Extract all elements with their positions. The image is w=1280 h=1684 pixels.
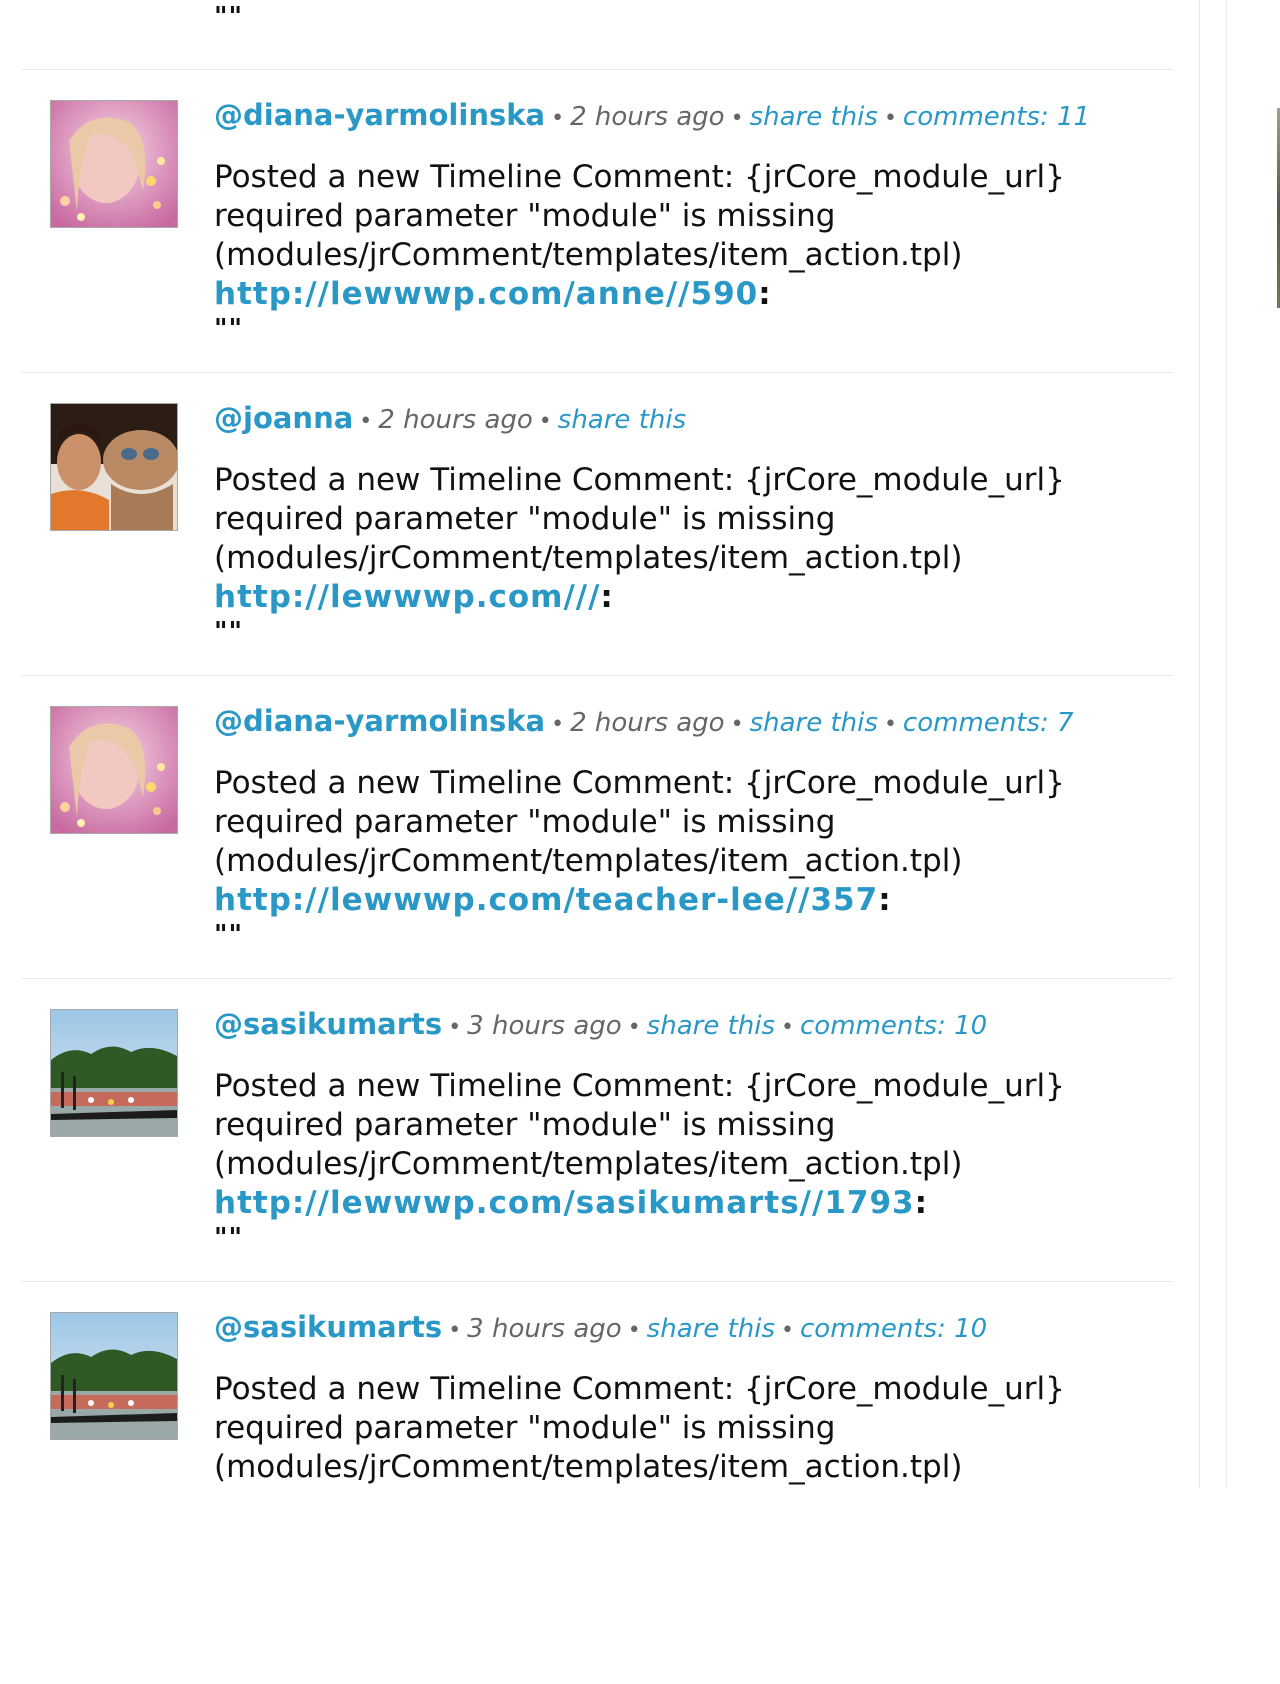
username-link[interactable]: @diana-yarmolinska <box>214 704 545 738</box>
share-this-link[interactable]: share this <box>750 102 878 132</box>
entry-meta: @diana-yarmolinska • 2 hours ago • share thi… <box>214 704 1074 738</box>
entry-meta: @joanna • 2 hours ago • share this <box>214 401 686 435</box>
separator-dot: • <box>781 1318 795 1343</box>
entry-text-line: (modules/jrComment/templates/item_action… <box>214 1449 963 1485</box>
entry-text-line: required parameter "module" is missing <box>214 1107 836 1143</box>
url-colon: : <box>914 1185 928 1221</box>
username-link[interactable]: @joanna <box>214 401 353 435</box>
timeline-entry: @diana-yarmolinska • 2 hours ago • share thi… <box>22 69 1172 380</box>
entry-text-line: Posted a new Timeline Comment: {jrCore_m… <box>214 1371 1065 1407</box>
entry-body: Posted a new Timeline Comment: {jrCore_m… <box>214 1370 1144 1488</box>
entry-quotes: "" <box>214 920 244 950</box>
timeline-entry: @diana-yarmolinska • 2 hours ago • share thi… <box>22 675 1172 986</box>
entry-body: Posted a new Timeline Comment: {jrCore_m… <box>214 1067 1144 1251</box>
entry-quotes: "" <box>214 1223 244 1253</box>
entry-text-line: (modules/jrComment/templates/item_action… <box>214 237 963 273</box>
entry-text-line: Posted a new Timeline Comment: {jrCore_m… <box>214 159 1065 195</box>
comments-link[interactable]: comments: 11 <box>903 102 1090 132</box>
comments-link[interactable]: comments: 10 <box>800 1011 987 1041</box>
separator-dot: • <box>730 712 744 737</box>
entry-text-line: (modules/jrComment/templates/item_action… <box>214 1146 963 1182</box>
timestamp: 2 hours ago <box>378 405 533 435</box>
entry-text-line: required parameter "module" is missing <box>214 1410 836 1446</box>
entry-meta: @diana-yarmolinska • 2 hours ago • share thi… <box>214 98 1090 132</box>
previous-entry-quotes: "" <box>214 2 244 32</box>
entry-meta: @sasikumarts • 3 hours ago • share this • comm… <box>214 1007 987 1041</box>
separator-dot: • <box>883 712 897 737</box>
entry-text-line: (modules/jrComment/templates/item_action… <box>214 843 963 879</box>
boat-race-avatar[interactable] <box>50 1312 178 1440</box>
entry-url-link[interactable]: http://lewwwp.com/// <box>214 579 600 615</box>
diana-avatar[interactable] <box>50 706 178 834</box>
entry-meta: @sasikumarts • 3 hours ago • share this • comm… <box>214 1310 987 1344</box>
diana-avatar[interactable] <box>50 100 178 228</box>
username-link[interactable]: @sasikumarts <box>214 1310 442 1344</box>
timestamp: 3 hours ago <box>467 1011 622 1041</box>
entry-text-line: Posted a new Timeline Comment: {jrCore_m… <box>214 1068 1065 1104</box>
sidebar-divider <box>1199 0 1200 1488</box>
entry-text-line: Posted a new Timeline Comment: {jrCore_m… <box>214 462 1065 498</box>
entry-body: Posted a new Timeline Comment: {jrCore_m… <box>214 764 1144 948</box>
entry-quotes: "" <box>214 617 244 647</box>
sidebar-edge <box>1226 0 1227 1488</box>
username-link[interactable]: @sasikumarts <box>214 1007 442 1041</box>
separator-dot: • <box>781 1015 795 1040</box>
url-colon: : <box>878 882 891 918</box>
comments-link[interactable]: comments: 7 <box>903 708 1074 738</box>
username-link[interactable]: @diana-yarmolinska <box>214 98 545 132</box>
separator-dot: • <box>551 106 565 131</box>
entry-text-line: (modules/jrComment/templates/item_action… <box>214 540 963 576</box>
separator-dot: • <box>448 1318 462 1343</box>
separator-dot: • <box>538 409 552 434</box>
entry-url-link[interactable]: http://lewwwp.com/anne//590 <box>214 276 758 312</box>
timeline-entry: @sasikumarts • 3 hours ago • share this • comm… <box>22 978 1172 1289</box>
timestamp: 3 hours ago <box>467 1314 622 1344</box>
share-this-link[interactable]: share this <box>558 405 686 435</box>
timestamp: 2 hours ago <box>570 102 725 132</box>
timeline-entry: @joanna • 2 hours ago • share this Posted a … <box>22 372 1172 683</box>
share-this-link[interactable]: share this <box>647 1011 775 1041</box>
entry-url-link[interactable]: http://lewwwp.com/teacher-lee//357 <box>214 882 878 918</box>
separator-dot: • <box>883 106 897 131</box>
separator-dot: • <box>627 1318 641 1343</box>
joanna-avatar[interactable] <box>50 403 178 531</box>
separator-dot: • <box>730 106 744 131</box>
separator-dot: • <box>359 409 373 434</box>
entry-url-link[interactable]: http://lewwwp.com/sasikumarts//1793 <box>214 1185 915 1221</box>
separator-dot: • <box>551 712 565 737</box>
comments-link[interactable]: comments: 10 <box>800 1314 987 1344</box>
share-this-link[interactable]: share this <box>750 708 878 738</box>
timeline-entry: @sasikumarts • 3 hours ago • share this • comm… <box>22 1281 1172 1488</box>
separator-dot: • <box>627 1015 641 1040</box>
entry-text-line: required parameter "module" is missing <box>214 804 836 840</box>
url-colon: : <box>758 276 771 312</box>
url-colon: : <box>600 579 613 615</box>
timestamp: 2 hours ago <box>570 708 725 738</box>
share-this-link[interactable]: share this <box>647 1314 775 1344</box>
entry-body: Posted a new Timeline Comment: {jrCore_m… <box>214 461 1144 645</box>
entry-text-line: required parameter "module" is missing <box>214 198 836 234</box>
entry-text-line: required parameter "module" is missing <box>214 501 836 537</box>
entry-quotes: "" <box>214 314 244 344</box>
entry-body: Posted a new Timeline Comment: {jrCore_m… <box>214 158 1144 342</box>
separator-dot: • <box>448 1015 462 1040</box>
entry-text-line: Posted a new Timeline Comment: {jrCore_m… <box>214 765 1065 801</box>
boat-race-avatar[interactable] <box>50 1009 178 1137</box>
timeline-viewport: "" @diana-yarmolinska • 2 hours ago • share … <box>0 0 1280 1488</box>
